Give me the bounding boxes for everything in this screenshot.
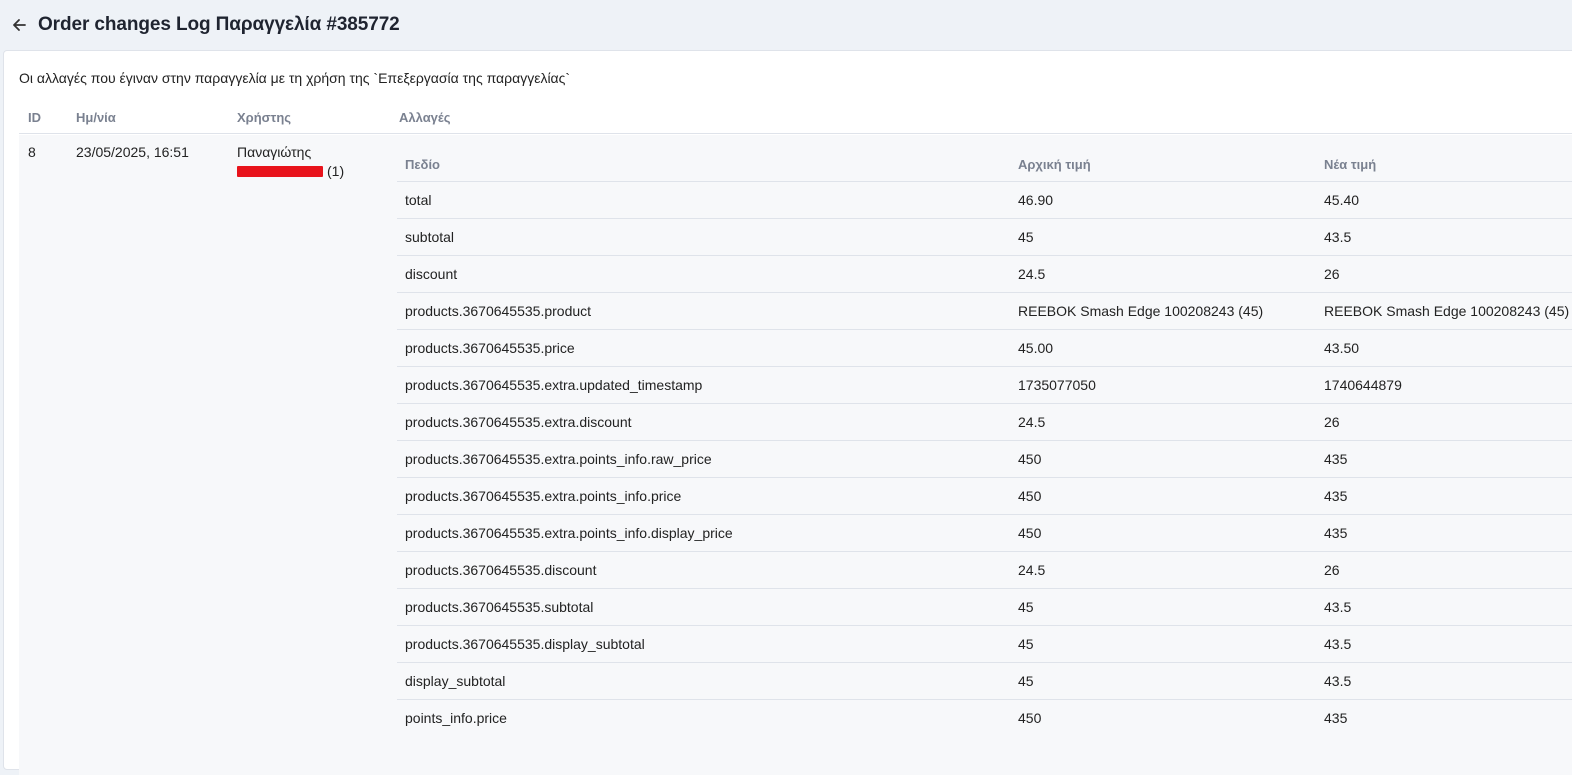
change-new-value: 26: [1324, 562, 1340, 578]
change-row: products.3670645535.extra.points_info.ra…: [397, 441, 1572, 478]
back-arrow-icon[interactable]: [9, 15, 29, 35]
redacted-mark: [237, 165, 323, 177]
change-field: products.3670645535.extra.discount: [405, 414, 632, 430]
change-new-value: 1740644879: [1324, 377, 1402, 393]
change-row: display_subtotal 45 43.5: [397, 663, 1572, 700]
changes-table-body: total 46.90 45.40 subtotal 45 43.5 discount 24.…: [397, 182, 1572, 737]
change-old-value: 1735077050: [1018, 377, 1096, 393]
column-header-user: Χρήστης: [237, 110, 292, 125]
change-new-value: 43.5: [1324, 229, 1352, 245]
change-old-value: 450: [1018, 525, 1042, 541]
user-suffix: (1): [327, 163, 345, 179]
change-old-value: 450: [1018, 710, 1042, 726]
change-row: products.3670645535.extra.updated_timest…: [397, 367, 1572, 404]
change-new-value: 435: [1324, 710, 1348, 726]
change-row: total 46.90 45.40: [397, 182, 1572, 219]
row-id: 8: [28, 144, 36, 160]
change-new-value: 435: [1324, 525, 1348, 541]
change-row: products.3670645535.subtotal 45 43.5: [397, 589, 1572, 626]
change-row: products.3670645535.extra.discount 24.5 26: [397, 404, 1572, 441]
change-row: products.3670645535.extra.points_info.pr…: [397, 478, 1572, 515]
changes-table: Πεδίο Αρχική τιμή Νέα τιμή total 46.90 45.…: [397, 145, 1572, 737]
change-field: total: [405, 192, 432, 208]
change-old-value: 450: [1018, 451, 1042, 467]
column-header-id: ID: [28, 110, 41, 125]
change-field: products.3670645535.extra.points_info.ra…: [405, 451, 712, 467]
change-row: products.3670645535.product REEBOK Smash …: [397, 293, 1572, 330]
change-field: products.3670645535.product: [405, 303, 592, 319]
user-name: Παναγιώτης: [237, 144, 312, 160]
row-user: Παναγιώτης (1): [237, 144, 344, 179]
change-row: products.3670645535.discount 24.5 26: [397, 552, 1572, 589]
change-row: products.3670645535.display_subtotal 45 43…: [397, 626, 1572, 663]
change-new-value: REEBOK Smash Edge 100208243 (45): [1324, 303, 1570, 319]
change-row: subtotal 45 43.5: [397, 219, 1572, 256]
change-row: products.3670645535.extra.points_info.di…: [397, 515, 1572, 552]
change-row: discount 24.5 26: [397, 256, 1572, 293]
change-field: products.3670645535.extra.points_info.pr…: [405, 488, 682, 504]
column-header-new-value: Νέα τιμή: [1324, 157, 1377, 172]
row-date: 23/05/2025, 16:51: [76, 144, 189, 160]
change-field: products.3670645535.price: [405, 340, 575, 356]
column-header-field: Πεδίο: [405, 157, 440, 172]
change-new-value: 45.40: [1324, 192, 1360, 208]
user-detail: (1): [237, 163, 344, 179]
change-field: display_subtotal: [405, 673, 506, 689]
change-field: products.3670645535.display_subtotal: [405, 636, 645, 652]
column-header-old-value: Αρχική τιμή: [1018, 157, 1091, 172]
change-old-value: 46.90: [1018, 192, 1054, 208]
change-old-value: 45: [1018, 599, 1034, 615]
change-field: subtotal: [405, 229, 455, 245]
change-old-value: 24.5: [1018, 562, 1046, 578]
change-new-value: 435: [1324, 451, 1348, 467]
change-field: products.3670645535.extra.points_info.di…: [405, 525, 733, 541]
change-old-value: REEBOK Smash Edge 100208243 (45): [1018, 303, 1264, 319]
change-field: products.3670645535.extra.updated_timest…: [405, 377, 703, 393]
top-bar: Order changes Log Παραγγελία #385772: [0, 0, 1572, 50]
change-new-value: 43.5: [1324, 673, 1352, 689]
change-old-value: 24.5: [1018, 266, 1046, 282]
change-field: products.3670645535.discount: [405, 562, 597, 578]
change-field: points_info.price: [405, 710, 507, 726]
change-new-value: 26: [1324, 266, 1340, 282]
table-header: ID Ημ/νία Χρήστης Αλλαγές: [19, 103, 1572, 134]
change-old-value: 45: [1018, 673, 1034, 689]
change-field: discount: [405, 266, 458, 282]
change-old-value: 45.00: [1018, 340, 1054, 356]
change-field: products.3670645535.subtotal: [405, 599, 594, 615]
change-new-value: 43.50: [1324, 340, 1360, 356]
page-title: Order changes Log Παραγγελία #385772: [38, 14, 400, 35]
change-new-value: 43.5: [1324, 636, 1352, 652]
change-old-value: 24.5: [1018, 414, 1046, 430]
change-row: points_info.price 450 435: [397, 700, 1572, 737]
change-old-value: 450: [1018, 488, 1042, 504]
column-header-changes: Αλλαγές: [399, 110, 451, 125]
change-new-value: 435: [1324, 488, 1348, 504]
intro-text: Οι αλλαγές που έγιναν στην παραγγελία με…: [19, 70, 571, 86]
changes-log-card: Οι αλλαγές που έγιναν στην παραγγελία με…: [3, 50, 1572, 775]
table-row: 8 23/05/2025, 16:51 Παναγιώτης (1) Πεδίο…: [19, 135, 1572, 775]
change-new-value: 26: [1324, 414, 1340, 430]
changes-table-header: Πεδίο Αρχική τιμή Νέα τιμή: [397, 145, 1572, 182]
change-new-value: 43.5: [1324, 599, 1352, 615]
column-header-date: Ημ/νία: [76, 110, 116, 125]
change-row: products.3670645535.price 45.00 43.50: [397, 330, 1572, 367]
change-old-value: 45: [1018, 229, 1034, 245]
change-old-value: 45: [1018, 636, 1034, 652]
